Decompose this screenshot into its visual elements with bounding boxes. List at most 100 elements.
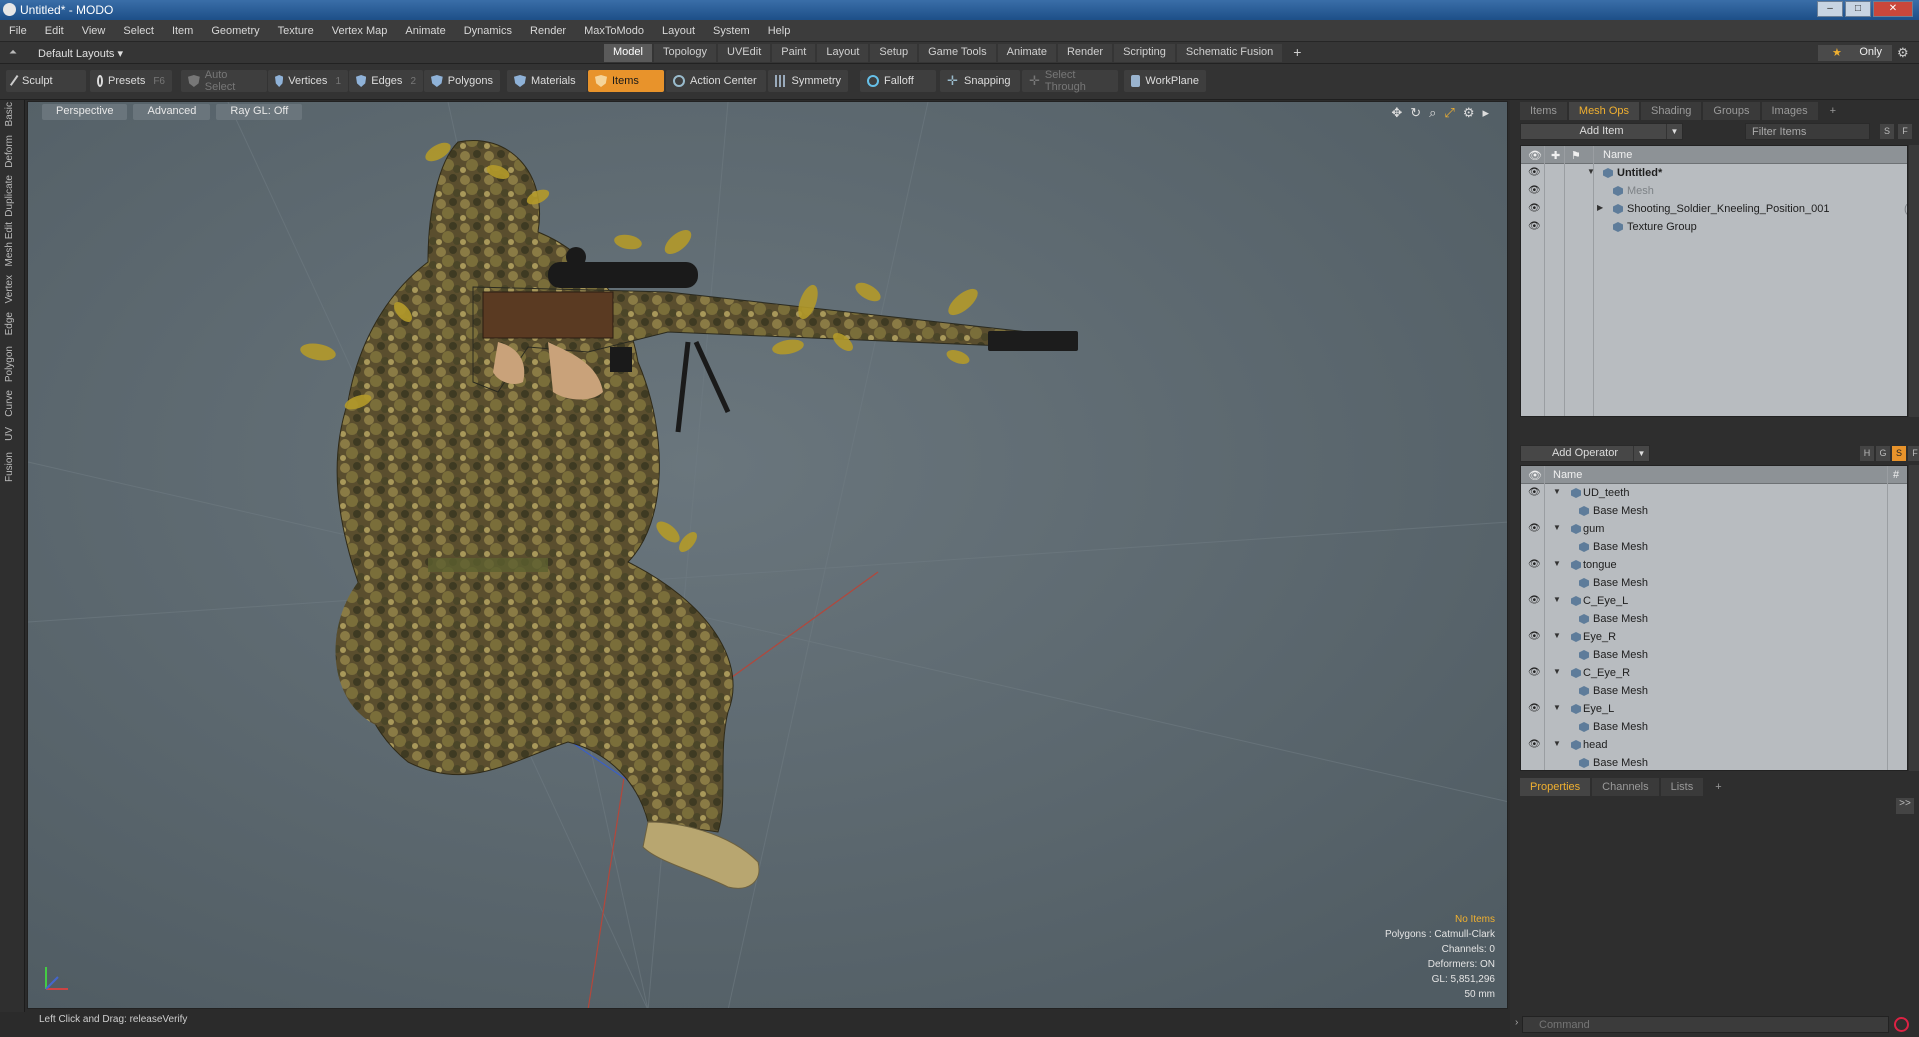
layout-tab-scripting[interactable]: Scripting [1114,44,1175,62]
palette-tab-polygon[interactable]: Polygon [4,346,20,382]
visibility-eye-icon[interactable]: 👁 [1528,595,1541,606]
visibility-eye-icon[interactable]: 👁 [1528,739,1541,750]
menu-geometry[interactable]: Geometry [202,25,268,37]
menu-texture[interactable]: Texture [269,25,323,37]
visibility-eye-icon[interactable]: 👁 [1528,185,1541,196]
add-layout-tab-button[interactable]: + [1284,44,1310,62]
menu-maxtomodo[interactable]: MaxToModo [575,25,653,37]
s-filter-toggle[interactable]: S [1892,446,1906,461]
add-operator-button[interactable]: Add Operator ▼ [1520,445,1650,462]
raygl-dropdown[interactable]: Ray GL: Off [216,104,303,120]
tab-mesh-ops[interactable]: Mesh Ops [1568,102,1640,120]
add-item-button[interactable]: Add Item ▼ [1520,123,1683,140]
layout-tab-setup[interactable]: Setup [870,44,918,62]
g-toggle[interactable]: G [1876,446,1890,461]
expand-triangle-icon[interactable]: ▼ [1553,667,1561,676]
mesh-op-child-row[interactable]: Base Mesh [1521,718,1907,736]
mesh-op-row[interactable]: 👁 ▼ head [1521,736,1907,754]
tree-row[interactable]: 👁 Texture Group [1521,218,1907,236]
symmetry-button[interactable]: Symmetry [768,70,848,92]
viewport-arrow-icon[interactable]: ▸ [1482,105,1489,121]
layout-tab-uvedit[interactable]: UVEdit [718,44,771,62]
expand-triangle-icon[interactable]: ▼ [1553,703,1561,712]
mesh-op-row[interactable]: 👁 ▼ Eye_L [1521,700,1907,718]
palette-tab-edge[interactable]: Edge [4,312,20,335]
mesh-op-row[interactable]: 👁 ▼ UD_teeth [1521,484,1907,502]
minimize-button[interactable]: ‒ [1817,1,1843,17]
auto-select-button[interactable]: Auto Select [181,69,267,93]
pan-icon[interactable]: ✥ [1391,105,1402,121]
tree-row[interactable]: 👁 ▼ Untitled* [1521,164,1907,182]
mesh-op-child-row[interactable]: Base Mesh [1521,538,1907,556]
visibility-eye-icon[interactable]: 👁 [1528,167,1541,178]
layout-tab-game-tools[interactable]: Game Tools [919,44,996,62]
falloff-button[interactable]: Falloff [860,70,936,92]
mesh-op-row[interactable]: 👁 ▼ gum [1521,520,1907,538]
visibility-eye-icon[interactable]: 👁 [1528,487,1541,498]
ops-name-column-header[interactable]: Name [1553,469,1582,481]
tab-items[interactable]: Items [1520,102,1567,120]
visibility-eye-icon[interactable]: 👁 [1528,221,1541,232]
command-input[interactable] [1522,1016,1889,1033]
visibility-eye-icon[interactable]: 👁 [1528,523,1541,534]
edges-button[interactable]: Edges 2 [349,70,423,92]
palette-tab-duplicate[interactable]: Duplicate [4,175,20,217]
collapse-triangle-icon[interactable]: ▶ [1597,203,1603,212]
presets-button[interactable]: Presets F6 [90,70,172,92]
sculpt-button[interactable]: Sculpt [6,70,86,92]
s-toggle[interactable]: S [1880,124,1894,139]
expand-triangle-icon[interactable]: ▼ [1553,739,1561,748]
menu-layout[interactable]: Layout [653,25,704,37]
menu-file[interactable]: File [0,25,36,37]
palette-tab-vertex[interactable]: Vertex [4,275,20,303]
tab-groups[interactable]: Groups [1703,102,1760,120]
layout-tab-render[interactable]: Render [1057,44,1113,62]
mesh-op-child-row[interactable]: Base Mesh [1521,754,1907,770]
palette-tab-uv[interactable]: UV [4,427,20,441]
layout-tab-paint[interactable]: Paint [772,44,816,62]
item-list-scrollbar[interactable] [1909,145,1919,417]
mesh-op-row[interactable]: 👁 ▼ C_Eye_R [1521,664,1907,682]
stop-icon[interactable] [1894,1017,1909,1032]
menu-vertex-map[interactable]: Vertex Map [323,25,397,37]
mesh-op-child-row[interactable]: Base Mesh [1521,646,1907,664]
snapping-button[interactable]: ✛ Snapping [940,70,1020,92]
items-button[interactable]: Items [588,70,664,92]
f-filter-toggle[interactable]: F [1908,446,1919,461]
polygons-button[interactable]: Polygons [424,70,500,92]
palette-tab-fusion[interactable]: Fusion [4,452,20,482]
only-button[interactable]: ★ Only [1818,45,1892,61]
layout-tab-animate[interactable]: Animate [997,44,1056,62]
expand-triangle-icon[interactable]: ▼ [1587,167,1595,176]
expand-button[interactable]: >> [1896,798,1914,814]
maximize-view-icon[interactable]: ⤢ [1444,105,1454,121]
menu-select[interactable]: Select [114,25,163,37]
select-through-button[interactable]: ✛ Select Through [1022,69,1118,93]
rotate-icon[interactable]: ↻ [1410,105,1421,121]
palette-tab-curve[interactable]: Curve [4,390,20,417]
visibility-eye-icon[interactable]: 👁 [1528,667,1541,678]
filter-items-input[interactable]: Filter Items [1745,123,1870,140]
mesh-op-row[interactable]: 👁 ▼ Eye_R [1521,628,1907,646]
mesh-op-child-row[interactable]: Base Mesh [1521,502,1907,520]
expand-triangle-icon[interactable]: ▼ [1553,559,1561,568]
tab-properties[interactable]: Properties [1520,778,1591,796]
visibility-eye-icon[interactable]: 👁 [1528,703,1541,714]
visibility-eye-icon[interactable]: 👁 [1528,631,1541,642]
visibility-eye-icon[interactable]: 👁 [1528,203,1541,214]
menu-render[interactable]: Render [521,25,575,37]
menu-item[interactable]: Item [163,25,202,37]
h-toggle[interactable]: H [1860,446,1874,461]
menu-dynamics[interactable]: Dynamics [455,25,521,37]
collapse-icon[interactable]: ⏶ [9,47,19,58]
expand-triangle-icon[interactable]: ▼ [1553,523,1561,532]
action-center-button[interactable]: Action Center [666,70,766,92]
materials-button[interactable]: Materials [507,70,587,92]
mesh-op-child-row[interactable]: Base Mesh [1521,574,1907,592]
advanced-dropdown[interactable]: Advanced [133,104,211,120]
layout-tab-schematic-fusion[interactable]: Schematic Fusion [1176,44,1283,62]
mesh-op-child-row[interactable]: Base Mesh [1521,610,1907,628]
perspective-dropdown[interactable]: Perspective [42,104,128,120]
mesh-op-row[interactable]: 👁 ▼ tongue [1521,556,1907,574]
menu-system[interactable]: System [704,25,759,37]
